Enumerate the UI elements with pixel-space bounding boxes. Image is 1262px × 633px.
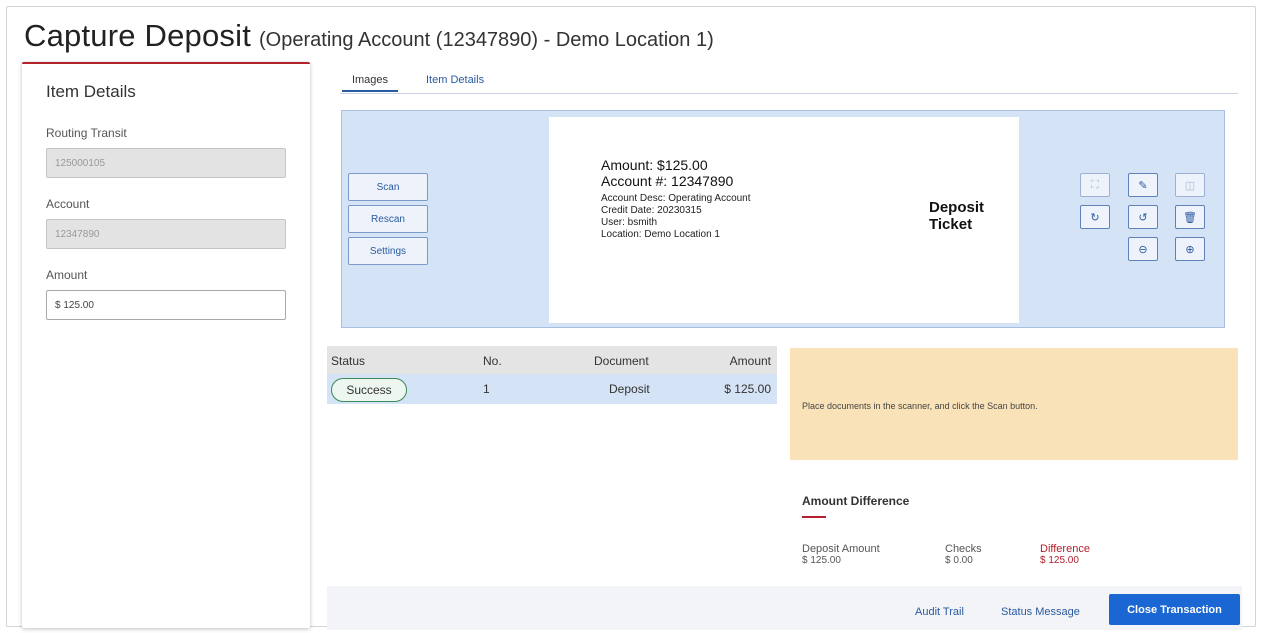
footer-bar: Audit Trail Status Message Close Transac… bbox=[327, 586, 1242, 630]
ticket-account-desc: Account Desc: Operating Account bbox=[601, 193, 751, 204]
status-message-link[interactable]: Status Message bbox=[1001, 606, 1080, 618]
tab-bar: Images Item Details bbox=[340, 70, 1238, 94]
page-title-main: Capture Deposit bbox=[24, 18, 252, 53]
ticket-credit-date: Credit Date: 20230315 bbox=[601, 205, 702, 216]
col-document: Document bbox=[594, 354, 649, 368]
cell-no: 1 bbox=[483, 382, 490, 396]
checks-value: $ 0.00 bbox=[945, 555, 973, 566]
routing-transit-label: Routing Transit bbox=[46, 126, 127, 140]
items-table: Status No. Document Amount Success 1 Dep… bbox=[327, 346, 777, 586]
amount-field[interactable]: $ 125.00 bbox=[46, 290, 286, 320]
rescan-button[interactable]: Rescan bbox=[348, 205, 428, 233]
tab-images[interactable]: Images bbox=[342, 74, 398, 92]
split-icon[interactable]: ◫ bbox=[1175, 173, 1205, 197]
ticket-title-line2: Ticket bbox=[929, 216, 973, 233]
scan-button[interactable]: Scan bbox=[348, 173, 428, 201]
ticket-location: Location: Demo Location 1 bbox=[601, 229, 720, 240]
ticket-user: User: bsmith bbox=[601, 217, 658, 228]
page-title: Capture Deposit (Operating Account (12347… bbox=[24, 18, 714, 54]
status-message-box: Place documents in the scanner, and clic… bbox=[790, 348, 1238, 460]
amount-difference-panel: Amount Difference Deposit Amount $ 125.0… bbox=[790, 470, 1238, 580]
tab-item-details[interactable]: Item Details bbox=[426, 74, 484, 86]
col-status: Status bbox=[331, 354, 366, 368]
close-transaction-button[interactable]: Close Transaction bbox=[1109, 594, 1240, 625]
cell-document: Deposit bbox=[609, 382, 650, 396]
status-message-text: Place documents in the scanner, and clic… bbox=[802, 401, 1038, 411]
table-header: Status No. Document Amount bbox=[327, 346, 777, 374]
deposit-amount-label: Deposit Amount bbox=[802, 543, 880, 555]
ticket-title-line1: Deposit bbox=[929, 199, 985, 216]
fit-screen-icon[interactable]: ⛶ bbox=[1080, 173, 1110, 197]
item-details-panel: Item Details Routing Transit 125000105 A… bbox=[22, 62, 310, 628]
col-no: No. bbox=[483, 354, 502, 368]
rotate-clockwise-icon[interactable]: ↻ bbox=[1080, 205, 1110, 229]
heading-underline bbox=[802, 516, 826, 518]
deposit-ticket-image: Amount: $125.00 Account #: 12347890 Acco… bbox=[549, 117, 1019, 323]
routing-transit-field: 125000105 bbox=[46, 148, 286, 178]
ticket-account: Account #: 12347890 bbox=[601, 173, 734, 189]
cell-amount: $ 125.00 bbox=[724, 382, 771, 396]
zoom-out-icon[interactable]: ⊖ bbox=[1128, 237, 1158, 261]
checks-label: Checks bbox=[945, 543, 982, 555]
status-badge: Success bbox=[331, 378, 407, 402]
rotate-counterclockwise-icon[interactable]: ↺ bbox=[1128, 205, 1158, 229]
zoom-in-icon[interactable]: ⊕ bbox=[1175, 237, 1205, 261]
col-amount: Amount bbox=[729, 354, 771, 368]
deposit-amount-value: $ 125.00 bbox=[802, 555, 841, 566]
table-row[interactable]: Success 1 Deposit $ 125.00 bbox=[327, 374, 777, 404]
account-label: Account bbox=[46, 197, 90, 211]
audit-trail-link[interactable]: Audit Trail bbox=[915, 606, 964, 618]
scanner-area: Scan Rescan Settings Amount: $125.00 Acc… bbox=[341, 110, 1225, 328]
page-title-subtitle: (Operating Account (12347890) - Demo Loc… bbox=[259, 29, 714, 51]
amount-difference-heading: Amount Difference bbox=[802, 494, 910, 508]
difference-label: Difference bbox=[1040, 543, 1090, 555]
ticket-amount: Amount: $125.00 bbox=[601, 157, 708, 173]
checks-block: Checks $ 0.00 bbox=[945, 543, 982, 567]
amount-label: Amount bbox=[46, 268, 88, 282]
ticket-title: Deposit Ticket bbox=[929, 199, 984, 233]
difference-value: $ 125.00 bbox=[1040, 555, 1079, 566]
account-field: 12347890 bbox=[46, 219, 286, 249]
difference-block: Difference $ 125.00 bbox=[1040, 543, 1090, 567]
edit-icon[interactable]: ✎ bbox=[1128, 173, 1158, 197]
deposit-amount-block: Deposit Amount $ 125.00 bbox=[802, 543, 880, 567]
delete-icon[interactable]: 🗑 bbox=[1175, 205, 1205, 229]
item-details-heading: Item Details bbox=[46, 82, 136, 101]
settings-button[interactable]: Settings bbox=[348, 237, 428, 265]
